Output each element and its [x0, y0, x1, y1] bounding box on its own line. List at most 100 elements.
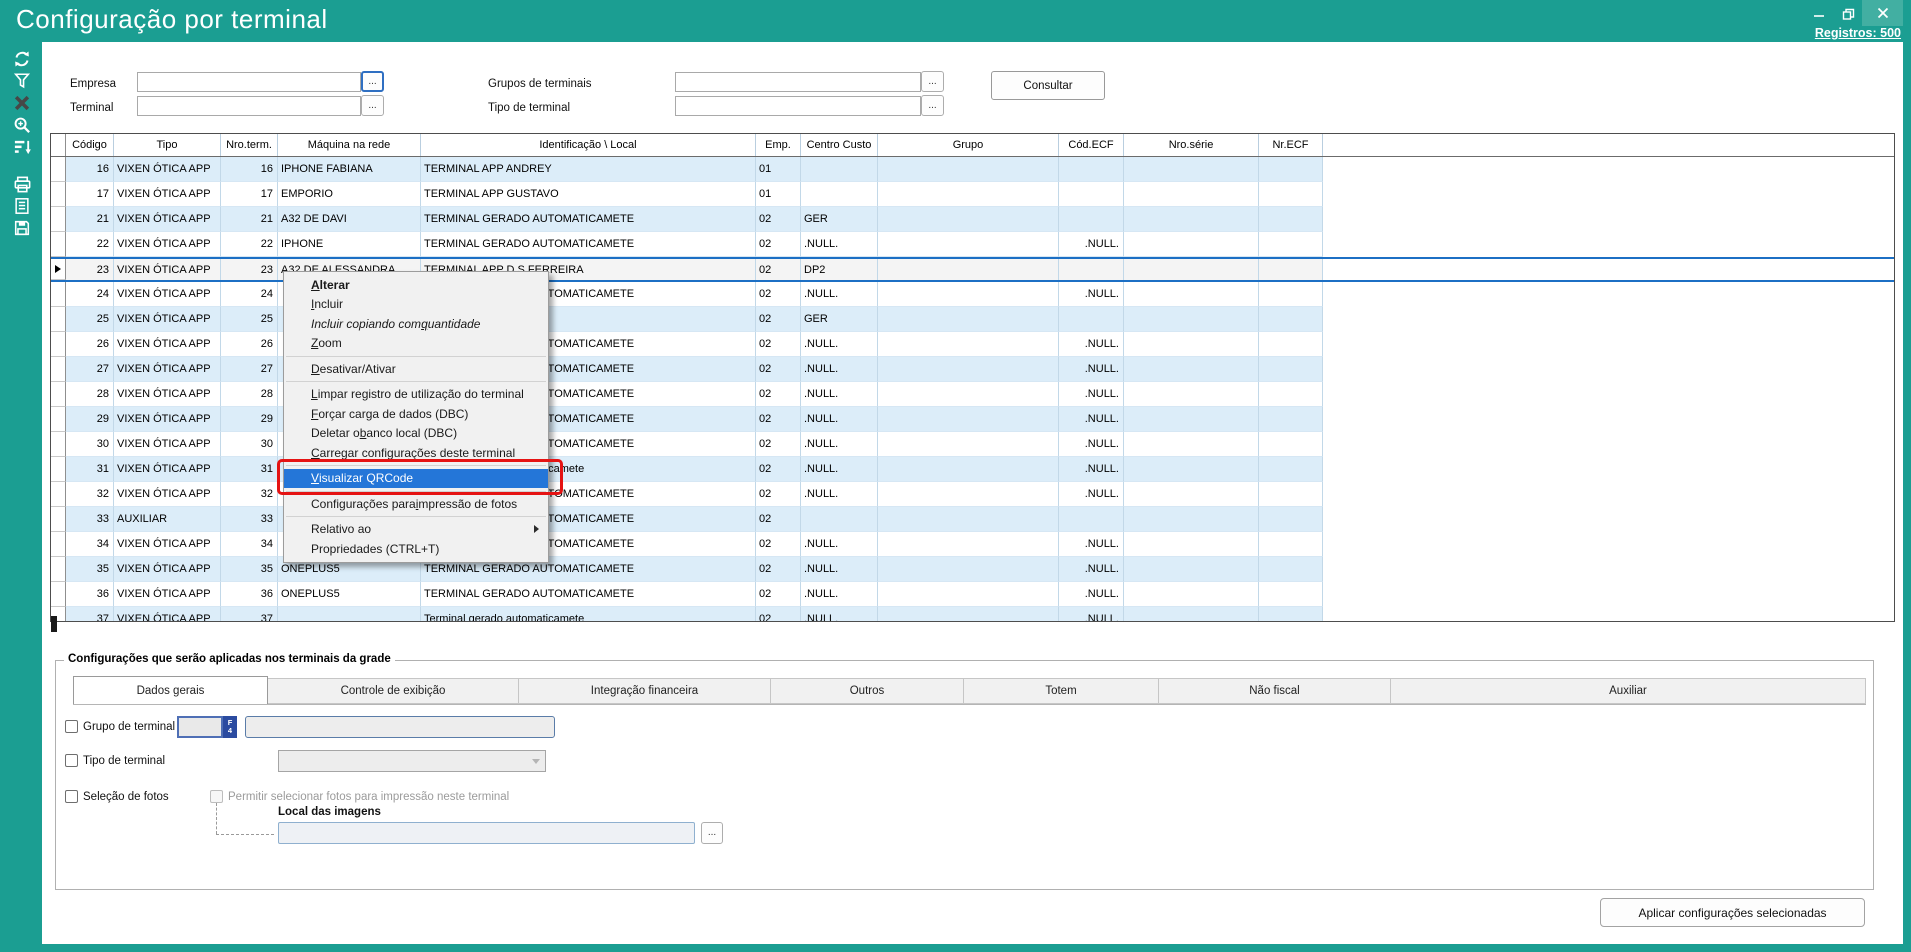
save-button[interactable] — [9, 217, 35, 239]
column-header[interactable]: Grupo — [878, 134, 1059, 156]
empresa-input[interactable] — [137, 72, 361, 92]
print-button[interactable] — [9, 173, 35, 195]
clear-filter-button[interactable] — [9, 92, 35, 114]
selected-row-indicator — [51, 259, 66, 280]
grupos-input[interactable] — [675, 72, 921, 92]
cell: .NULL. — [1059, 282, 1124, 307]
table-row[interactable]: 22VIXEN ÓTICA APP22IPHONETERMINAL GERADO… — [51, 232, 1894, 257]
column-header[interactable]: Nr.ECF — [1259, 134, 1323, 156]
menu-item[interactable]: Incluir — [284, 295, 548, 315]
cell: 16 — [221, 157, 278, 182]
grupos-browse-button[interactable]: ... — [921, 71, 944, 92]
menu-item[interactable]: Alterar — [284, 275, 548, 295]
column-header[interactable]: Centro Custo — [801, 134, 878, 156]
cell: 21 — [66, 207, 114, 232]
tab-2[interactable]: Controle de exibição — [268, 678, 519, 704]
cell: Terminal gerado automaticamete — [421, 607, 756, 622]
table-row[interactable]: 17VIXEN ÓTICA APP17EMPORIOTERMINAL APP G… — [51, 182, 1894, 207]
zoom-button[interactable] — [9, 114, 35, 136]
cell: 26 — [66, 332, 114, 357]
tab-4[interactable]: Outros — [771, 678, 964, 704]
cell: VIXEN ÓTICA APP — [114, 607, 221, 622]
report-button[interactable] — [9, 195, 35, 217]
menu-item[interactable]: Incluir copiando com quantidade — [284, 314, 548, 334]
column-header[interactable]: Tipo — [114, 134, 221, 156]
cell: 02 — [756, 382, 801, 407]
consultar-button[interactable]: Consultar — [991, 71, 1105, 100]
close-button[interactable] — [1862, 0, 1903, 26]
cell — [1259, 582, 1323, 607]
tipo-terminal-input[interactable] — [675, 96, 921, 116]
grid-header: CódigoTipoNro.term.Máquina na redeIdenti… — [51, 134, 1894, 157]
print-icon — [13, 175, 32, 194]
table-row[interactable]: 37VIXEN ÓTICA APP37Terminal gerado autom… — [51, 607, 1894, 622]
column-header[interactable]: Nro.term. — [221, 134, 278, 156]
terminal-input[interactable] — [137, 96, 361, 116]
table-row[interactable]: 36VIXEN ÓTICA APP36ONEPLUS5TERMINAL GERA… — [51, 582, 1894, 607]
cell: 25 — [66, 307, 114, 332]
local-browse-button[interactable]: ... — [701, 822, 723, 844]
empresa-browse-button[interactable]: ... — [361, 71, 384, 92]
row-filler — [1323, 332, 1894, 357]
minimize-button[interactable] — [1806, 4, 1832, 24]
cell: .NULL. — [1059, 407, 1124, 432]
cell: TERMINAL GERADO AUTOMATICAMETE — [421, 232, 756, 257]
tipo-browse-button[interactable]: ... — [921, 95, 944, 116]
apply-button[interactable]: Aplicar configurações selecionadas — [1600, 898, 1865, 927]
tab-3[interactable]: Integração financeira — [519, 678, 771, 704]
column-header[interactable]: Cód.ECF — [1059, 134, 1124, 156]
tipo-terminal-dropdown[interactable] — [278, 750, 546, 772]
table-row[interactable]: 21VIXEN ÓTICA APP21A32 DE DAVITERMINAL G… — [51, 207, 1894, 232]
menu-item[interactable]: Relativo ao — [284, 520, 548, 540]
cell: 34 — [66, 532, 114, 557]
registros-link[interactable]: Registros: 500 — [1815, 26, 1901, 40]
column-header[interactable]: Emp. — [756, 134, 801, 156]
grid-scroll-mark[interactable] — [51, 616, 57, 632]
row-filler — [1323, 282, 1894, 307]
title-bar: Configuração por terminal Registros: 500 — [0, 0, 1911, 42]
grupo-desc-input[interactable] — [245, 716, 555, 738]
cell: .NULL. — [801, 282, 878, 307]
column-header[interactable]: Identificação \ Local — [421, 134, 756, 156]
restore-button[interactable] — [1835, 4, 1861, 24]
grupo-code-input[interactable] — [177, 716, 223, 738]
column-header[interactable]: Código — [66, 134, 114, 156]
filter-button[interactable] — [9, 70, 35, 92]
cell: VIXEN ÓTICA APP — [114, 182, 221, 207]
column-header[interactable]: Máquina na rede — [278, 134, 421, 156]
menu-item[interactable]: Configurações para impressão de fotos — [284, 494, 548, 514]
cell — [1124, 407, 1259, 432]
terminal-browse-button[interactable]: ... — [361, 95, 384, 116]
menu-item[interactable]: Deletar o banco local (DBC) — [284, 424, 548, 444]
column-header[interactable]: Nro.série — [1124, 134, 1259, 156]
selecao-fotos-checkbox[interactable] — [65, 790, 78, 803]
permitir-fotos-checkbox[interactable] — [210, 790, 223, 803]
grupo-terminal-checkbox[interactable] — [65, 720, 78, 733]
cell — [1259, 607, 1323, 622]
row-indicator — [51, 332, 66, 357]
cell: 01 — [756, 182, 801, 207]
tab-7[interactable]: Auxiliar — [1391, 678, 1866, 704]
local-imagens-input[interactable] — [278, 822, 695, 844]
tab-5[interactable]: Totem — [964, 678, 1159, 704]
sort-button[interactable] — [9, 136, 35, 158]
menu-item[interactable]: Propriedades (CTRL+T) — [284, 539, 548, 559]
f4-lookup-badge[interactable]: F4 — [223, 716, 237, 738]
cell — [1259, 532, 1323, 557]
table-row[interactable]: 16VIXEN ÓTICA APP16IPHONE FABIANATERMINA… — [51, 157, 1894, 182]
tab-6[interactable]: Não fiscal — [1159, 678, 1391, 704]
cell — [878, 382, 1059, 407]
tab-1[interactable]: Dados gerais — [73, 676, 268, 704]
menu-item[interactable]: Zoom — [284, 334, 548, 354]
cell — [878, 259, 1059, 280]
cell: TERMINAL APP ANDREY — [421, 157, 756, 182]
tipo-terminal-checkbox[interactable] — [65, 754, 78, 767]
row-indicator — [51, 382, 66, 407]
sync-button[interactable] — [9, 48, 35, 70]
menu-item[interactable]: Desativar/Ativar — [284, 359, 548, 379]
menu-item[interactable]: Forçar carga de dados (DBC) — [284, 404, 548, 424]
cell — [1124, 357, 1259, 382]
menu-item[interactable]: Limpar registro de utilização do termina… — [284, 385, 548, 405]
selecao-fotos-label: Seleção de fotos — [83, 791, 169, 803]
sync-icon — [12, 49, 32, 69]
